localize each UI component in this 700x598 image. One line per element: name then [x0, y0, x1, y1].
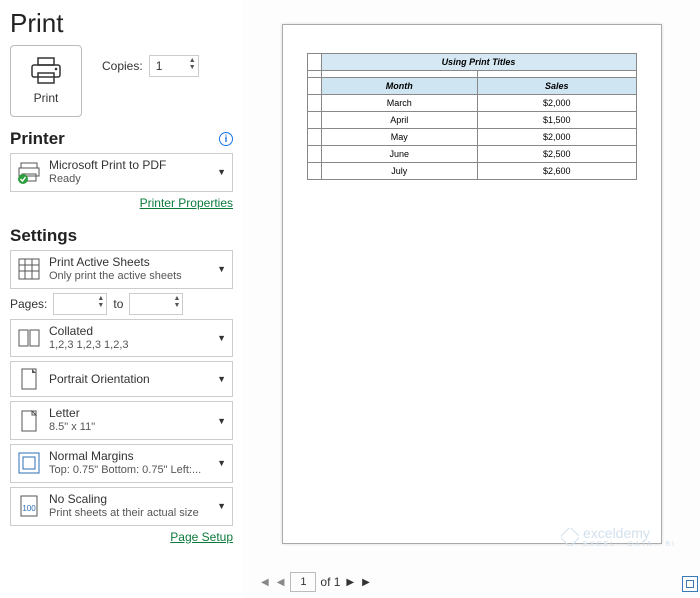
copies-input[interactable]: 1 ▲▼: [149, 55, 199, 77]
page-icon: [17, 409, 41, 433]
print-button-label: Print: [34, 91, 59, 105]
page-title: Print: [10, 8, 233, 39]
paper-size-select[interactable]: Letter8.5" x 11" ▼: [10, 401, 233, 440]
collate-select[interactable]: Collated1,2,3 1,2,3 1,2,3 ▼: [10, 319, 233, 358]
table-row: March$2,000: [307, 95, 636, 112]
page-total: of 1: [320, 575, 340, 589]
printer-name: Microsoft Print to PDF: [49, 158, 166, 173]
printer-status: Ready: [49, 173, 166, 187]
svg-text:100: 100: [22, 504, 36, 513]
print-button[interactable]: Print: [10, 45, 82, 117]
table-row: July$2,600: [307, 163, 636, 180]
zoom-to-page-icon[interactable]: [682, 576, 698, 592]
print-preview: Using Print Titles MonthSales March$2,00…: [243, 0, 700, 598]
nav-first-icon[interactable]: ◀: [259, 577, 271, 588]
chevron-down-icon: ▼: [217, 501, 226, 511]
print-scope-select[interactable]: Print Active SheetsOnly print the active…: [10, 250, 233, 289]
printer-heading: Printer: [10, 129, 65, 149]
scaling-icon: 100: [17, 494, 41, 518]
pages-from-input[interactable]: ▲▼: [53, 293, 107, 315]
printer-icon: [30, 57, 62, 85]
nav-prev-icon[interactable]: ◀: [275, 577, 287, 588]
margins-select[interactable]: Normal MarginsTop: 0.75" Bottom: 0.75" L…: [10, 444, 233, 483]
table-row: April$1,500: [307, 112, 636, 129]
info-icon[interactable]: i: [219, 132, 233, 146]
pages-to-label: to: [113, 297, 123, 311]
preview-page: Using Print Titles MonthSales March$2,00…: [282, 24, 662, 544]
table-row: June$2,500: [307, 146, 636, 163]
spinner-arrows[interactable]: ▲▼: [189, 57, 196, 71]
settings-heading: Settings: [10, 226, 77, 246]
margins-icon: [17, 451, 41, 475]
nav-last-icon[interactable]: ▶: [360, 577, 372, 588]
portrait-icon: [17, 367, 41, 391]
sheets-icon: [17, 257, 41, 281]
chevron-down-icon: ▼: [217, 264, 226, 274]
pages-label: Pages:: [10, 297, 47, 311]
chevron-down-icon: ▼: [217, 416, 226, 426]
preview-table: Using Print Titles MonthSales March$2,00…: [307, 53, 637, 180]
page-number-input[interactable]: 1: [290, 572, 316, 592]
table-row: May$2,000: [307, 129, 636, 146]
page-setup-link[interactable]: Page Setup: [10, 530, 233, 544]
printer-status-icon: [17, 160, 41, 184]
copies-label: Copies:: [102, 59, 143, 73]
printer-properties-link[interactable]: Printer Properties: [10, 196, 233, 210]
page-navigator: ◀ ◀ 1 of 1 ▶ ▶: [259, 572, 372, 592]
chevron-down-icon: ▼: [217, 333, 226, 343]
collate-icon: [17, 326, 41, 350]
pages-to-input[interactable]: ▲▼: [129, 293, 183, 315]
chevron-down-icon: ▼: [217, 458, 226, 468]
chevron-down-icon: ▼: [217, 374, 226, 384]
printer-select[interactable]: Microsoft Print to PDF Ready ▼: [10, 153, 233, 192]
chevron-down-icon: ▼: [217, 167, 226, 177]
nav-next-icon[interactable]: ▶: [344, 577, 356, 588]
scaling-select[interactable]: 100 No ScalingPrint sheets at their actu…: [10, 487, 233, 526]
orientation-select[interactable]: Portrait Orientation ▼: [10, 361, 233, 397]
